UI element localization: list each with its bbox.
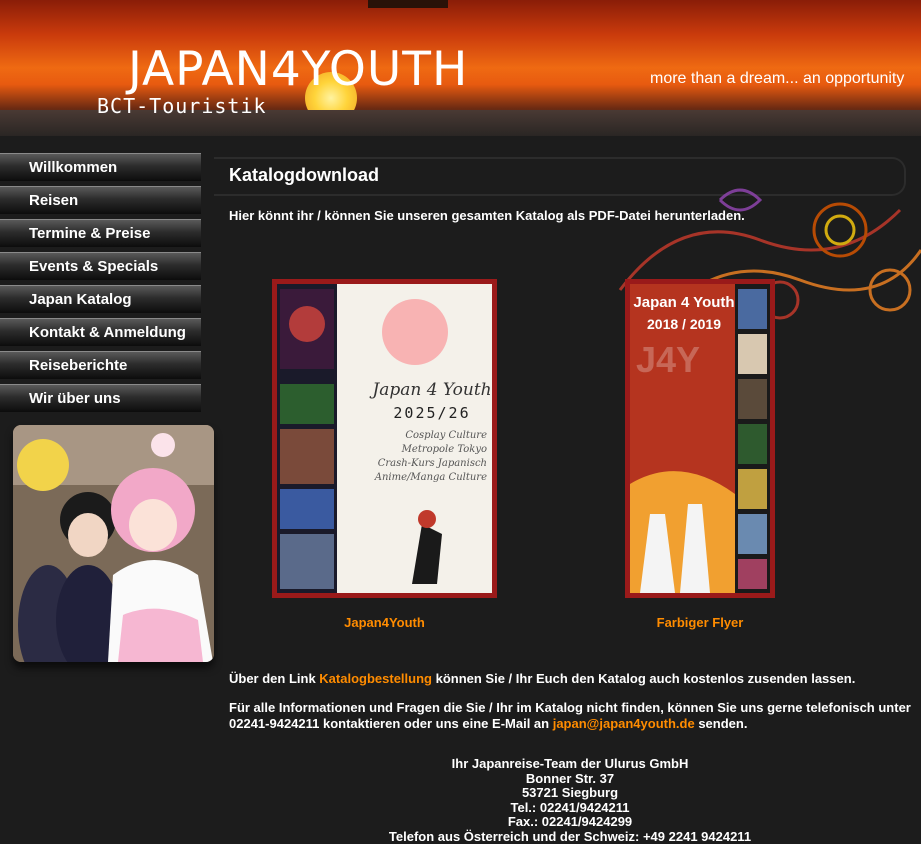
info-text-after: senden. (695, 716, 748, 731)
header-divider (0, 136, 921, 152)
site-tagline: more than a dream... an opportunity (650, 70, 904, 88)
cover1-topic: Cosplay Culture (357, 429, 487, 443)
address-team: Ihr Japanreise-Team der Ulurus GmbH (360, 757, 780, 772)
nav-item-events-specials[interactable]: Events & Specials (0, 252, 201, 280)
intro-text: Hier könnt ihr / können Sie unseren gesa… (229, 208, 745, 223)
site-logo-subtitle: BCT-Touristik (97, 96, 267, 116)
site-logo-title[interactable]: JAPAN4YOUTH (128, 46, 468, 93)
email-link[interactable]: japan@japan4youth.de (553, 716, 695, 731)
address-fax: Fax.: 02241/9424299 (360, 815, 780, 830)
cover1-title: Japan 4 Youth (372, 380, 492, 400)
catalog-order-link[interactable]: Katalogbestellung (319, 671, 432, 686)
header-banner: JAPAN4YOUTH BCT-Touristik more than a dr… (0, 0, 921, 136)
cover1-topic: Crash-Kurs Japanisch (357, 457, 487, 471)
cover1-topic: Anime/Manga Culture (357, 471, 487, 485)
nav-item-reisen[interactable]: Reisen (0, 186, 201, 214)
address-street: Bonner Str. 37 (360, 772, 780, 787)
cosplay-photo (13, 425, 214, 662)
cover2-watermark: J4Y (636, 339, 740, 381)
catalog-link-japan4youth[interactable]: Japan4Youth (272, 615, 497, 630)
catalog-cover-flyer[interactable]: Japan 4 Youth 2018 / 2019 J4Y (625, 279, 775, 598)
sidebar-nav: Willkommen Reisen Termine & Preise Event… (0, 153, 201, 417)
cover2-title: Japan 4 Youth (632, 294, 736, 311)
nav-item-reiseberichte[interactable]: Reiseberichte (0, 351, 201, 379)
order-paragraph: Über den Link Katalogbestellung können S… (229, 671, 855, 687)
address-tel: Tel.: 02241/9424211 (360, 801, 780, 816)
nav-item-japan-katalog[interactable]: Japan Katalog (0, 285, 201, 313)
page-title: Katalogdownload (229, 165, 379, 186)
catalog-link-flyer[interactable]: Farbiger Flyer (600, 615, 800, 630)
nav-item-wir-ueber-uns[interactable]: Wir über uns (0, 384, 201, 412)
order-text-after: können Sie / Ihr Euch den Katalog auch k… (432, 671, 855, 686)
contact-address: Ihr Japanreise-Team der Ulurus GmbH Bonn… (360, 757, 780, 844)
nav-item-kontakt-anmeldung[interactable]: Kontakt & Anmeldung (0, 318, 201, 346)
cosplay-photo-illustration (13, 425, 214, 662)
cover1-topic: Metropole Tokyo (357, 443, 487, 457)
address-city: 53721 Siegburg (360, 786, 780, 801)
order-text-before: Über den Link (229, 671, 319, 686)
info-paragraph: Für alle Informationen und Fragen die Si… (229, 700, 919, 732)
cover2-year: 2018 / 2019 (632, 316, 736, 332)
torii-beam (368, 0, 448, 8)
nav-item-termine-preise[interactable]: Termine & Preise (0, 219, 201, 247)
catalog-cover-japan4youth[interactable]: Japan 4 Youth 2025/26 Cosplay Culture Me… (272, 279, 497, 598)
nav-item-willkommen[interactable]: Willkommen (0, 153, 201, 181)
cover1-topics: Cosplay Culture Metropole Tokyo Crash-Ku… (357, 429, 487, 485)
cover1-year: 2025/26 (372, 404, 492, 422)
